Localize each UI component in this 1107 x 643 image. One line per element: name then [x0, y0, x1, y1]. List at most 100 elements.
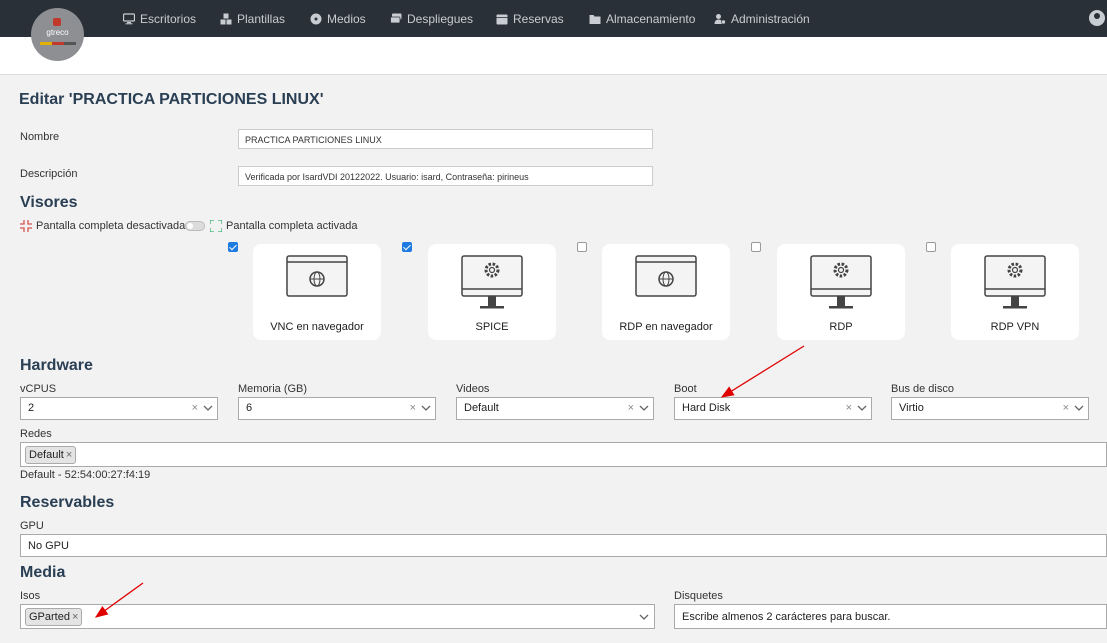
isos-multiselect[interactable]: GParted ×	[20, 604, 655, 629]
remove-tag-icon[interactable]: ×	[72, 611, 78, 623]
fullscreen-on-label: Pantalla completa activada	[226, 220, 358, 232]
compress-icon	[20, 220, 32, 232]
viewer-card-rdp-browser[interactable]: RDP en navegador	[602, 244, 730, 340]
chevron-down-icon	[203, 405, 213, 411]
redes-label: Redes	[20, 428, 52, 440]
monitor-gear-icon	[810, 255, 872, 309]
viewer-checkbox-spice[interactable]	[402, 242, 412, 252]
boot-label: Boot	[674, 383, 697, 395]
isos-label: Isos	[20, 590, 41, 602]
boot-value: Hard Disk	[682, 402, 731, 414]
browser-globe-icon	[635, 255, 697, 297]
viewer-card-label: RDP VPN	[990, 321, 1040, 333]
viewer-card-rdp-vpn[interactable]: RDP VPN	[951, 244, 1079, 340]
calendar-icon	[496, 14, 508, 24]
logo-stripe	[40, 42, 76, 45]
redes-multiselect[interactable]: Default ×	[20, 442, 1107, 467]
descripcion-input[interactable]: Verificada por IsardVDI 20122022. Usuari…	[238, 166, 653, 186]
viewer-card-label: VNC en navegador	[270, 321, 364, 333]
disquetes-search-input[interactable]: Escribe almenos 2 carácteres para buscar…	[674, 604, 1107, 629]
nav-escritorios[interactable]: Escritorios	[123, 0, 196, 37]
viewer-card-label: SPICE	[475, 321, 509, 333]
annotation-arrow-boot	[720, 345, 805, 398]
fullscreen-toggle[interactable]	[185, 221, 205, 231]
user-avatar-icon[interactable]	[1089, 10, 1105, 26]
folder-icon	[589, 14, 601, 24]
desktop-icon	[123, 12, 135, 24]
nav-label: Plantillas	[237, 11, 286, 26]
nav-label: Medios	[327, 11, 366, 26]
nav-label: Reservas	[513, 11, 564, 26]
viewer-card-label: RDP en navegador	[619, 321, 713, 333]
isos-tag: GParted ×	[25, 608, 83, 626]
disquetes-label: Disquetes	[674, 590, 723, 602]
page-title: Editar 'PRACTICA PARTICIONES LINUX'	[19, 91, 324, 108]
memoria-select[interactable]: 6 ×	[238, 397, 436, 420]
isos-tag-label: GParted	[29, 611, 70, 623]
clear-icon[interactable]: ×	[192, 402, 198, 414]
disc-icon	[310, 13, 322, 24]
chevron-down-icon	[639, 614, 649, 620]
logo-text: gtreco	[46, 28, 69, 37]
viewer-card-spice[interactable]: SPICE	[428, 244, 556, 340]
clear-icon[interactable]: ×	[1063, 402, 1069, 414]
nav-label: Administración	[731, 11, 810, 26]
chevron-down-icon	[857, 405, 867, 411]
viewer-card-rdp[interactable]: RDP	[777, 244, 905, 340]
bus-label: Bus de disco	[891, 383, 954, 395]
viewer-checkbox-rdp-browser[interactable]	[577, 242, 587, 252]
clear-icon[interactable]: ×	[628, 402, 634, 414]
reservables-heading: Reservables	[20, 494, 115, 511]
nav-label: Escritorios	[140, 11, 197, 26]
app-logo[interactable]: gtreco	[31, 8, 84, 61]
user-gear-icon	[714, 13, 726, 24]
tv-stack-icon	[390, 13, 402, 23]
nombre-input[interactable]: PRACTICA PARTICIONES LINUX	[238, 129, 653, 149]
fullscreen-off-label: Pantalla completa desactivada	[36, 220, 186, 232]
nav-almacenamiento[interactable]: Almacenamiento	[589, 0, 695, 37]
viewer-checkbox-rdp[interactable]	[751, 242, 761, 252]
bus-value: Virtio	[899, 402, 924, 414]
logo-mark-icon	[53, 18, 61, 26]
descripcion-label: Descripción	[20, 168, 78, 180]
nav-label: Almacenamiento	[606, 11, 696, 26]
clear-icon[interactable]: ×	[410, 402, 416, 414]
nombre-label: Nombre	[20, 131, 60, 143]
videos-value: Default	[464, 402, 499, 414]
viewer-card-vnc-browser[interactable]: VNC en navegador	[253, 244, 381, 340]
nav-medios[interactable]: Medios	[310, 0, 366, 37]
redes-tag: Default ×	[25, 446, 77, 464]
hardware-heading: Hardware	[20, 357, 93, 374]
viewer-checkbox-rdp-vpn[interactable]	[926, 242, 936, 252]
vcpus-select[interactable]: 2 ×	[20, 397, 218, 420]
vcpus-label: vCPUS	[20, 383, 57, 395]
monitor-gear-icon	[461, 255, 523, 309]
chevron-down-icon	[421, 405, 431, 411]
memoria-value: 6	[246, 402, 253, 414]
redes-tag-label: Default	[29, 449, 64, 461]
chevron-down-icon	[639, 405, 649, 411]
gpu-select[interactable]: No GPU	[20, 534, 1107, 557]
visores-heading: Visores	[20, 194, 78, 211]
nav-plantillas[interactable]: Plantillas	[220, 0, 285, 37]
memoria-label: Memoria (GB)	[238, 383, 308, 395]
nav-administracion[interactable]: Administración	[714, 0, 810, 37]
nav-reservas[interactable]: Reservas	[496, 0, 564, 37]
videos-select[interactable]: Default ×	[456, 397, 654, 420]
gpu-label: GPU	[20, 520, 44, 532]
boot-select[interactable]: Hard Disk ×	[674, 397, 872, 420]
redes-mac: Default - 52:54:00:27:f4:19	[20, 469, 151, 481]
chevron-down-icon	[1074, 405, 1084, 411]
clear-icon[interactable]: ×	[846, 402, 852, 414]
media-heading: Media	[20, 564, 66, 581]
bus-select[interactable]: Virtio ×	[891, 397, 1089, 420]
videos-label: Videos	[456, 383, 490, 395]
nav-despliegues[interactable]: Despliegues	[390, 0, 473, 37]
monitor-gear-icon	[984, 255, 1046, 309]
secondary-bar	[0, 37, 1107, 75]
remove-tag-icon[interactable]: ×	[66, 449, 72, 461]
viewer-checkbox-vnc-browser[interactable]	[228, 242, 238, 252]
expand-icon	[210, 220, 222, 232]
nav-label: Despliegues	[407, 11, 474, 26]
viewer-card-label: RDP	[829, 321, 853, 333]
